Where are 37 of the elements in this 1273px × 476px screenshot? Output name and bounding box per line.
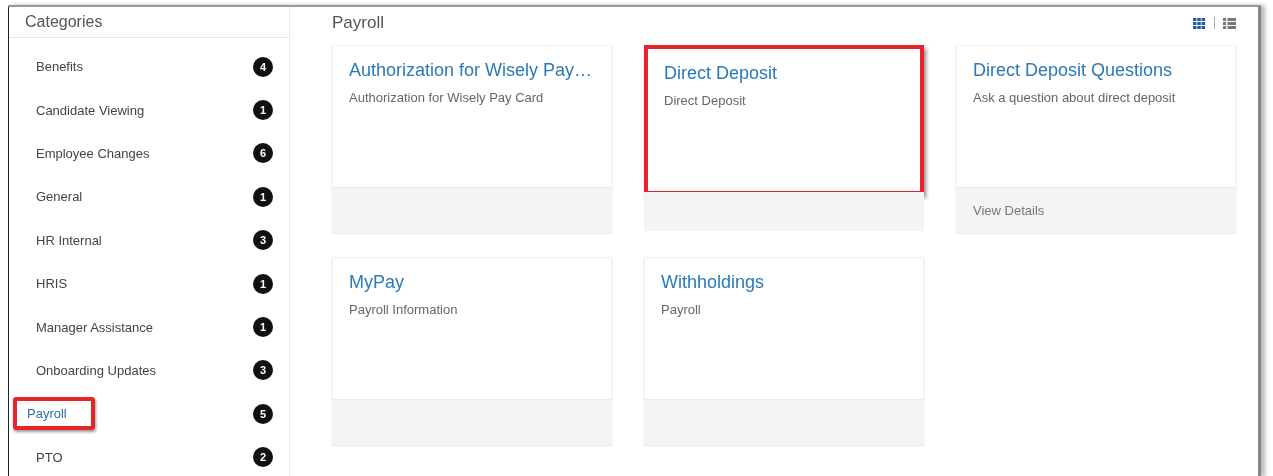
card-title: MyPay (349, 272, 405, 293)
category-item[interactable]: Manager Assistance 1 (9, 305, 289, 349)
count-badge: 4 (253, 56, 273, 77)
card-description: Direct Deposit (664, 93, 747, 108)
card-title: Authorization for Wisely Pay… (349, 60, 594, 81)
category-item[interactable]: HR Internal 3 (9, 218, 289, 262)
count-badge: 1 (253, 100, 273, 121)
card-description: Authorization for Wisely Pay Card (349, 90, 545, 105)
card-title: Direct Deposit Questions (973, 60, 1174, 81)
card-description: Payroll Information (349, 302, 459, 317)
sidebar-title: Categories (9, 7, 289, 38)
category-item[interactable]: PTO 2 (9, 435, 289, 476)
card-title: Direct Deposit (664, 63, 779, 84)
count-badge: 6 (253, 143, 273, 164)
category-item[interactable]: Onboarding Updates 3 (9, 348, 289, 393)
category-item[interactable]: Employee Changes 6 (9, 131, 289, 176)
card-description: Payroll (661, 302, 702, 317)
card-title: Withholdings (661, 272, 766, 293)
count-badge: 5 (253, 403, 273, 424)
form-card[interactable]: Withholdings Payroll (644, 257, 924, 445)
form-card[interactable]: MyPay Payroll Information (332, 257, 612, 445)
page-title: Payroll (332, 13, 384, 33)
category-item[interactable]: Benefits 4 (9, 45, 289, 89)
category-item[interactable]: HRIS 1 (9, 261, 289, 306)
count-badge: 1 (253, 273, 273, 294)
count-badge: 2 (253, 447, 273, 468)
category-item[interactable]: General 1 (9, 175, 289, 219)
count-badge: 1 (253, 317, 273, 338)
view-details-link[interactable]: View Details (957, 187, 1235, 232)
category-item[interactable]: Payroll 5 (9, 392, 289, 436)
count-badge: 3 (253, 360, 273, 381)
form-card[interactable]: Direct Deposit Questions Ask a question about direct deposit View Details (956, 45, 1236, 233)
category-item[interactable]: Candidate Viewing 1 (9, 88, 289, 132)
count-badge: 1 (253, 186, 273, 207)
count-badge: 3 (253, 230, 273, 251)
card-description: Ask a question about direct deposit (973, 90, 1177, 105)
form-card[interactable]: Authorization for Wisely Pay… Authorization for Wisely Pay Card (332, 45, 612, 233)
